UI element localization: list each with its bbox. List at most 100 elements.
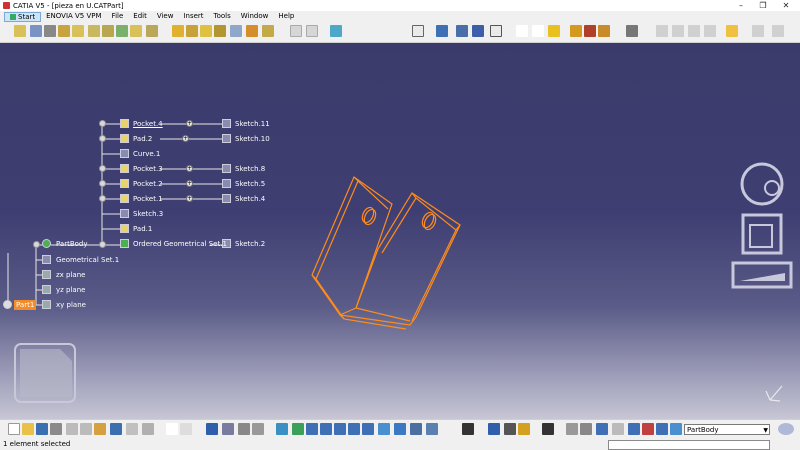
whats-this-icon[interactable]	[142, 423, 154, 435]
exit-workbench-icon[interactable]	[30, 25, 42, 37]
tree-item-curve-1[interactable]: Curve.1	[133, 150, 160, 158]
catalog-icon[interactable]	[626, 25, 638, 37]
hole-icon[interactable]	[116, 25, 128, 37]
zoom-out-icon[interactable]	[348, 423, 360, 435]
tree-item-sketch-4[interactable]: Sketch.4	[235, 195, 265, 203]
camera-icon[interactable]	[542, 423, 554, 435]
groove-icon[interactable]	[102, 25, 114, 37]
work-object-icon[interactable]	[670, 423, 682, 435]
minimize-button[interactable]: –	[730, 0, 752, 11]
tree-item-sketch-5[interactable]: Sketch.5	[235, 180, 265, 188]
mirror-icon[interactable]	[306, 25, 318, 37]
expand-plus-icon[interactable]: +	[186, 120, 193, 127]
tree-node[interactable]	[99, 120, 106, 127]
menu-window[interactable]: Window	[236, 11, 274, 22]
pan-icon[interactable]	[306, 423, 318, 435]
fly-mode-icon[interactable]	[276, 423, 288, 435]
tree-item-sketch-10[interactable]: Sketch.10	[235, 135, 270, 143]
dimension-icon[interactable]	[488, 423, 500, 435]
select-arrow-icon[interactable]	[726, 25, 738, 37]
menu-view[interactable]: View	[152, 11, 179, 22]
sketch-icon[interactable]	[14, 25, 26, 37]
paste-icon[interactable]	[94, 423, 106, 435]
slot-icon[interactable]	[146, 25, 158, 37]
fit-all-icon[interactable]	[292, 423, 304, 435]
flag-icon[interactable]	[642, 423, 654, 435]
magnet-icon[interactable]	[456, 25, 468, 37]
tree-item-sketch-3[interactable]: Sketch.3	[133, 210, 163, 218]
tree-node[interactable]	[99, 241, 106, 248]
view-iso-icon[interactable]	[704, 25, 716, 37]
rib-icon[interactable]	[130, 25, 142, 37]
normal-view-icon[interactable]	[362, 423, 374, 435]
shell-icon[interactable]	[214, 25, 226, 37]
menu-file[interactable]: File	[107, 11, 129, 22]
tree-node[interactable]	[99, 165, 106, 172]
formula-icon[interactable]	[166, 423, 178, 435]
new-file-icon[interactable]	[8, 423, 20, 435]
tree-item-pad-2[interactable]: Pad.2	[133, 135, 152, 143]
tree-item-pocket-2[interactable]: Pocket.2	[133, 180, 163, 188]
sketch-orientation-icon[interactable]	[772, 25, 784, 37]
tree-item-pocket-4[interactable]: Pocket.4	[133, 120, 163, 128]
tree-node[interactable]	[33, 241, 40, 248]
expand-plus-icon[interactable]: +	[186, 180, 193, 187]
measure-between-icon[interactable]	[462, 423, 474, 435]
redo-icon[interactable]	[126, 423, 138, 435]
boolean-add-icon[interactable]	[570, 25, 582, 37]
measure-icon[interactable]	[412, 25, 424, 37]
tree-item-partbody[interactable]: PartBody	[56, 240, 88, 248]
tree-item-sketch-8[interactable]: Sketch.8	[235, 165, 265, 173]
tolerance-icon[interactable]	[628, 423, 640, 435]
pattern-icon[interactable]	[330, 25, 342, 37]
table-icon[interactable]	[206, 423, 218, 435]
tag-icon[interactable]	[518, 423, 530, 435]
update-icon[interactable]	[238, 423, 250, 435]
tree-item-ordered-geoset-1[interactable]: Ordered Geometrical Set.1	[133, 240, 227, 248]
menu-edit[interactable]: Edit	[128, 11, 152, 22]
view-front-icon[interactable]	[656, 25, 668, 37]
grid-icon[interactable]	[472, 25, 484, 37]
menu-tools[interactable]: Tools	[209, 11, 236, 22]
constraint-display-icon[interactable]	[252, 423, 264, 435]
tree-item-geometrical-set-1[interactable]: Geometrical Set.1	[56, 256, 119, 264]
3d-viewport[interactable]: + + + + + Pocket.4 Pad.2 Curve.1 Pocket.…	[0, 43, 800, 419]
axis-icon[interactable]	[752, 25, 764, 37]
view-top-icon[interactable]	[688, 25, 700, 37]
tree-item-sketch-2[interactable]: Sketch.2	[235, 240, 265, 248]
zoom-in-icon[interactable]	[334, 423, 346, 435]
snap-icon[interactable]	[490, 25, 502, 37]
tree-item-pocket-3[interactable]: Pocket.3	[133, 165, 163, 173]
shading-icon[interactable]	[410, 423, 422, 435]
point-icon[interactable]	[516, 25, 528, 37]
tree-root-part1[interactable]: Part1	[14, 300, 37, 310]
apply-material-icon[interactable]	[436, 25, 448, 37]
shaft-icon[interactable]	[88, 25, 100, 37]
tree-node[interactable]	[99, 195, 106, 202]
cut-icon[interactable]	[66, 423, 78, 435]
pad-icon[interactable]	[58, 25, 70, 37]
thread-icon[interactable]	[246, 25, 258, 37]
lock-icon[interactable]	[504, 423, 516, 435]
refresh-icon[interactable]	[566, 423, 578, 435]
boolean-intersect-icon[interactable]	[598, 25, 610, 37]
transform-icon[interactable]	[290, 25, 302, 37]
close-button[interactable]: ✕	[775, 0, 797, 11]
multi-view-icon[interactable]	[378, 423, 390, 435]
command-input[interactable]	[608, 440, 770, 450]
draft-icon[interactable]	[200, 25, 212, 37]
print-icon[interactable]	[50, 423, 62, 435]
iso-view-icon[interactable]	[394, 423, 406, 435]
current-body-select[interactable]: PartBody ▼	[684, 424, 770, 435]
expand-plus-icon[interactable]: +	[186, 195, 193, 202]
line-icon[interactable]	[532, 25, 544, 37]
knowledge-icon[interactable]	[222, 423, 234, 435]
boolean-remove-icon[interactable]	[584, 25, 596, 37]
rotate-icon[interactable]	[320, 423, 332, 435]
menu-help[interactable]: Help	[273, 11, 299, 22]
tree-item-pad-1[interactable]: Pad.1	[133, 225, 152, 233]
grid-step-icon[interactable]	[596, 423, 608, 435]
thickness-icon[interactable]	[230, 25, 242, 37]
tree-item-pocket-1[interactable]: Pocket.1	[133, 195, 163, 203]
cycle-icon[interactable]	[580, 423, 592, 435]
